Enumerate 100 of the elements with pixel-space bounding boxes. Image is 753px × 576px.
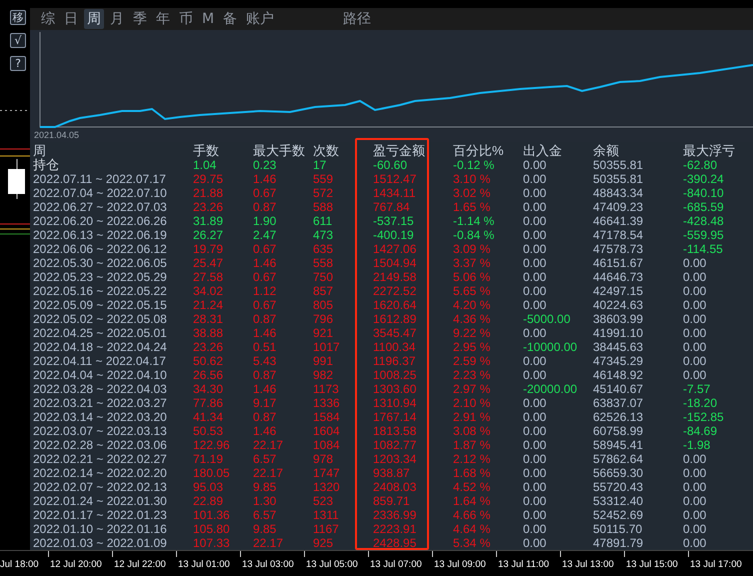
table-cell-text: 101.36	[193, 508, 231, 522]
table-cell-text: 50355.81	[593, 158, 644, 172]
table-cell-text: 1196.37	[372, 354, 416, 368]
tab[interactable]: 周	[84, 9, 104, 29]
period-label: 2022.02.07 ~ 2022.02.13	[33, 480, 168, 494]
table-cell-text: -114.55	[683, 242, 724, 256]
tab[interactable]: M	[199, 10, 218, 28]
table-cell-text: 5.34 %	[453, 536, 492, 550]
table-cell-text: 0.00	[523, 424, 548, 438]
table-cell-text: 2408.03	[372, 480, 418, 494]
table-cell-text: 9.85	[253, 480, 278, 494]
table-cell-text: -559.95	[683, 228, 725, 242]
table-cell-text: 95.03	[193, 480, 224, 494]
table-cell-text: 9.85	[253, 522, 278, 536]
table-cell-text: 767.84	[372, 200, 411, 214]
table-cell-text: 0.00	[683, 368, 708, 382]
tab[interactable]: 月	[107, 9, 127, 29]
period-label: 2022.05.02 ~ 2022.05.08	[33, 312, 168, 326]
table-cell-text: 2.47	[253, 228, 278, 242]
table-cell-text: 857	[313, 284, 334, 298]
table-cell-text: 17	[313, 158, 328, 172]
table-cell-text: 23.26	[193, 200, 224, 214]
table-cell-text: 3.08 %	[453, 424, 492, 438]
table-cell-text: 27.58	[193, 270, 224, 284]
table-cell-text: 5.06 %	[453, 270, 492, 284]
table-cell-text: 1.68 %	[453, 466, 492, 480]
table-cell-text: 2272.52	[372, 284, 418, 298]
column-header: 最大手数	[253, 144, 306, 158]
period-label: 2022.05.09 ~ 2022.05.15	[33, 298, 168, 312]
table-cell-text: 0.00	[683, 494, 708, 508]
table-cell-text: 2149.58	[372, 270, 418, 284]
table-cell-text: -5000.00	[523, 312, 572, 326]
table-cell-text: 0.00	[683, 256, 708, 270]
tab[interactable]: 综	[38, 9, 58, 29]
table-cell-text: 859.71	[372, 494, 411, 508]
tool-button[interactable]: ?	[10, 56, 26, 71]
table-cell-text: 1084	[313, 438, 341, 452]
table-cell-text: 44646.73	[593, 270, 644, 284]
column-header: 出入金	[523, 144, 563, 158]
tab[interactable]: 日	[61, 9, 81, 29]
table-cell-text: 0.00	[523, 256, 548, 270]
column-header: 手数	[193, 144, 220, 158]
table-cell-text: -1.14 %	[453, 214, 496, 228]
table-cell-text: 41.34	[193, 410, 224, 424]
table-cell-text: 4.66 %	[453, 508, 492, 522]
table-cell-text: 0.00	[523, 228, 548, 242]
table-cell-text: 47578.73	[593, 242, 644, 256]
table-cell-text: 1310.94	[372, 396, 418, 410]
table-cell-text: 0.00	[523, 480, 548, 494]
tab[interactable]: 年	[153, 9, 173, 29]
table-cell-text: 47891.79	[593, 536, 644, 550]
table-cell-text: 107.33	[193, 536, 231, 550]
table-cell-text: 1.46	[253, 326, 278, 340]
tab[interactable]: 币	[176, 9, 196, 29]
table-cell-text: 0.00	[683, 508, 708, 522]
tool-button[interactable]: 移	[10, 10, 26, 25]
table-cell-text: -7.57	[683, 382, 712, 396]
table-cell-text: -685.59	[683, 200, 725, 214]
table-cell-text: -390.24	[683, 172, 725, 186]
table-cell-text: 1620.64	[372, 298, 418, 312]
table-cell-text: 34.30	[193, 382, 224, 396]
table-cell-text: -0.84 %	[453, 228, 496, 242]
period-label: 2022.01.17 ~ 2022.01.23	[33, 508, 168, 522]
table-cell-text: 3.09 %	[453, 242, 492, 256]
table-cell-text: 3.37 %	[453, 256, 492, 270]
table-cell-text: 0.00	[523, 438, 548, 452]
table-cell-text: 0.87	[253, 200, 278, 214]
table-cell-text: -10000.00	[523, 340, 578, 354]
table-cell-text: 9.17	[253, 396, 278, 410]
table-cell-text: 1.12	[253, 284, 278, 298]
table-cell-text: 47345.29	[593, 354, 644, 368]
table-cell-text: 9.22 %	[453, 326, 492, 340]
table-cell-text: 22.89	[193, 494, 224, 508]
table-cell-text: 0.00	[523, 522, 548, 536]
table-cell-text: 1.46	[253, 424, 278, 438]
tab[interactable]: 季	[130, 9, 150, 29]
table-cell-text: 60758.99	[593, 424, 644, 438]
tool-button[interactable]: √	[10, 33, 26, 48]
table-cell-text: 45140.67	[593, 382, 644, 396]
table-cell-text: 1.46	[253, 172, 278, 186]
table-cell-text: 19.79	[193, 242, 224, 256]
table-cell-text: 1303.60	[372, 382, 418, 396]
table-cell-text: -537.15	[372, 214, 415, 228]
path-button[interactable]: 路径	[340, 9, 374, 29]
table-cell-text: 1.30	[253, 494, 278, 508]
table-cell-text: 2.12 %	[453, 452, 492, 466]
axis-label: 2021.04.05	[34, 130, 80, 140]
table-cell-text: 1017	[313, 340, 341, 354]
table-cell-text: 34.02	[193, 284, 224, 298]
table-cell-text: 0.00	[683, 298, 708, 312]
tab[interactable]: 账户	[243, 9, 278, 29]
table-cell-text: 1584	[313, 410, 341, 424]
table-cell-text: 1427.06	[372, 242, 418, 256]
table-cell-text: 0.00	[683, 284, 708, 298]
tab[interactable]: 备	[220, 9, 240, 29]
table-cell-text: 6.57	[253, 452, 278, 466]
period-label: 2022.03.28 ~ 2022.04.03	[33, 382, 168, 396]
table-cell-text: 1.90	[253, 214, 278, 228]
table-cell-text: 938.87	[372, 466, 411, 480]
period-label: 2022.02.14 ~ 2022.02.20	[33, 466, 168, 480]
